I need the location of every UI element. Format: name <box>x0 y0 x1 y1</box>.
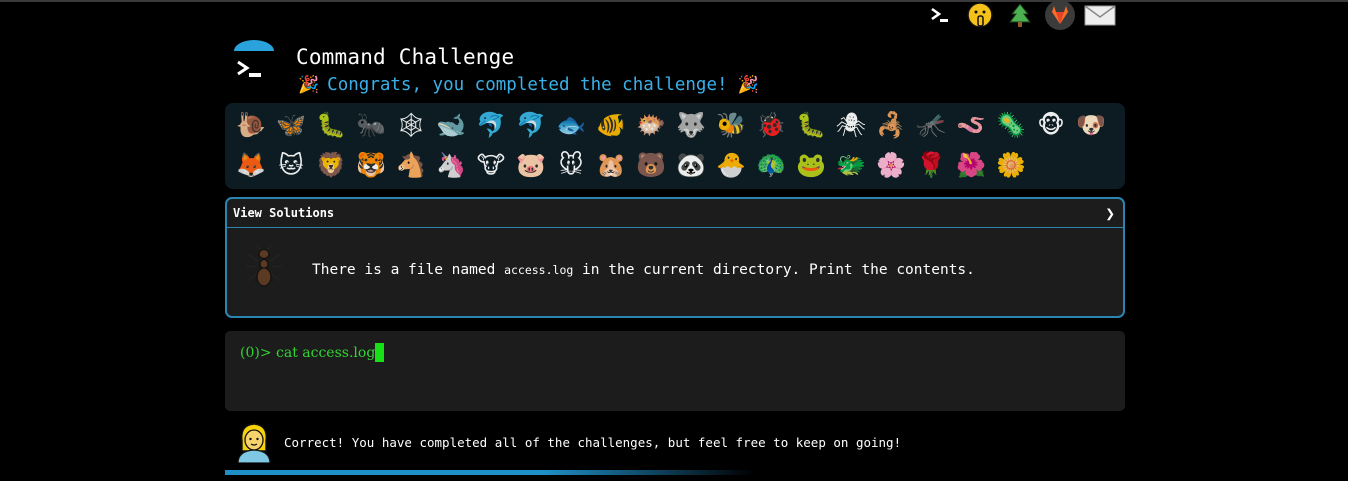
challenge-emoji-icon[interactable]: 🐝 <box>711 105 751 145</box>
congrats-text: Congrats, you completed the challenge! <box>327 75 728 95</box>
task-text-before: There is a file named <box>312 262 505 278</box>
challenge-emoji-icon[interactable]: 🐬 <box>511 105 551 145</box>
challenge-emoji-icon[interactable]: 🦁 <box>311 145 351 185</box>
challenge-emoji-icon[interactable]: 🌸 <box>871 145 911 185</box>
challenge-emoji-icon[interactable]: 🐶 <box>1071 105 1111 145</box>
challenge-emoji-icon[interactable]: 🪱 <box>951 105 991 145</box>
task-filename: access.log <box>504 263 574 277</box>
challenge-emoji-icon[interactable]: 🕷 <box>831 105 871 145</box>
challenge-progress-panel: 🐌 🦋 🐛 🐜 🕸 🐋 🐬 🐬 🐟 🐠 🐡 🐺 🐝 🐞 🐛 🕷 🦂 🦟 🪱 🦠 🐵 🐶 🦊 🐱 🦁 🐯 🐴 🦄 🐮 🐷 🐭 🐹 🐻 🐼 🐣 🦚 🐸 🐲 🌸 🌹… <box>225 103 1125 189</box>
challenge-emoji-icon[interactable]: 🐭 <box>551 145 591 185</box>
challenge-emoji-icon[interactable]: 🐟 <box>551 105 591 145</box>
christmas-tree-icon[interactable] <box>1004 0 1036 30</box>
challenge-emoji-icon[interactable]: 🐼 <box>671 145 711 185</box>
view-solutions-label: View Solutions <box>233 206 335 220</box>
challenge-body: There is a file named access.log in the … <box>227 228 1123 316</box>
terminal-prompt: (0)> <box>240 344 277 361</box>
challenge-emoji-icon[interactable]: 🐮 <box>471 145 511 185</box>
challenge-emoji-icon[interactable]: 🐷 <box>511 145 551 185</box>
challenge-emoji-icon[interactable]: 🐠 <box>591 105 631 145</box>
challenge-emoji-icon[interactable]: 🐌 <box>231 105 271 145</box>
challenge-emoji-icon[interactable]: 🦂 <box>871 105 911 145</box>
challenge-emoji-icon[interactable]: 🕸 <box>391 105 431 145</box>
terminal-input[interactable]: (0)> cat access.log <box>225 331 1125 411</box>
challenge-emoji-icon[interactable]: 🦄 <box>431 145 471 185</box>
challenge-emoji-icon[interactable]: 🐹 <box>591 145 631 185</box>
challenge-emoji-icon[interactable]: 🦋 <box>271 105 311 145</box>
challenge-emoji-icon[interactable]: 🐴 <box>391 145 431 185</box>
challenge-emoji-icon[interactable]: 🌺 <box>951 145 991 185</box>
progress-bar <box>225 470 755 475</box>
challenge-task: There is a file named access.log in the … <box>312 262 975 278</box>
top-border <box>0 0 1348 2</box>
challenge-emoji-icon[interactable]: 🐵 <box>1031 105 1071 145</box>
challenge-emoji-icon[interactable]: 🐸 <box>791 145 831 185</box>
challenge-emoji-icon[interactable]: 🦚 <box>751 145 791 185</box>
party-popper-icon: 🎉 <box>737 75 759 95</box>
challenge-emoji-icon[interactable]: 🦠 <box>991 105 1031 145</box>
top-nav <box>924 0 1124 32</box>
task-text-after: in the current directory. Print the cont… <box>573 262 975 278</box>
woman-avatar-icon <box>236 421 272 464</box>
challenge-emoji-icon[interactable]: 🐺 <box>671 105 711 145</box>
terminal-cursor <box>375 343 385 362</box>
challenge-box: View Solutions ❯ There is a file named a… <box>225 197 1125 318</box>
shushing-face-icon[interactable] <box>964 0 996 30</box>
challenge-emoji-icon[interactable]: 🐞 <box>751 105 791 145</box>
challenge-emoji-icon[interactable]: 🦟 <box>911 105 951 145</box>
view-solutions-toggle[interactable]: View Solutions ❯ <box>227 199 1123 228</box>
challenge-emoji-icon[interactable]: 🐜 <box>351 105 391 145</box>
challenge-emoji-icon[interactable]: 🌹 <box>911 145 951 185</box>
challenge-emoji-icon[interactable]: 🐛 <box>311 105 351 145</box>
mail-icon[interactable] <box>1084 0 1116 30</box>
challenge-emoji-icon[interactable]: 🐛 <box>791 105 831 145</box>
challenge-emoji-icon[interactable]: 🐋 <box>431 105 471 145</box>
gitlab-icon[interactable] <box>1044 0 1076 30</box>
status-text: Correct! You have completed all of the c… <box>284 434 902 450</box>
challenge-emoji-icon[interactable]: 🐱 <box>271 145 311 185</box>
challenge-emoji-icon[interactable]: 🐯 <box>351 145 391 185</box>
terminal-line: (0)> cat access.log <box>240 343 385 362</box>
terminal-icon[interactable] <box>924 0 956 30</box>
party-popper-icon: 🎉 <box>298 75 320 95</box>
terminal-command: cat access.log <box>276 344 376 361</box>
challenge-emoji-icon[interactable]: 🐬 <box>471 105 511 145</box>
challenge-emoji-icon[interactable]: 🐣 <box>711 145 751 185</box>
command-challenge-logo <box>232 40 276 84</box>
challenge-emoji-icon[interactable]: 🐻 <box>631 145 671 185</box>
challenge-emoji-icon[interactable]: 🐡 <box>631 105 671 145</box>
chevron-right-icon: ❯ <box>1105 203 1115 223</box>
challenge-emoji-grid: 🐌 🦋 🐛 🐜 🕸 🐋 🐬 🐬 🐟 🐠 🐡 🐺 🐝 🐞 🐛 🕷 🦂 🦟 🪱 🦠 🐵 🐶 🦊 🐱 🦁 🐯 🐴 🦄 🐮 🐷 🐭 🐹 🐻 🐼 🐣 🦚 🐸 🐲 🌸 🌹… <box>231 105 1121 185</box>
ant-icon <box>243 244 285 292</box>
congrats-message: 🎉 Congrats, you completed the challenge!… <box>298 75 759 95</box>
challenge-emoji-icon[interactable]: 🦊 <box>231 145 271 185</box>
status-message: Correct! You have completed all of the c… <box>236 420 901 464</box>
challenge-emoji-icon[interactable]: 🐲 <box>831 145 871 185</box>
page-title: Command Challenge <box>296 45 515 69</box>
challenge-emoji-icon[interactable]: 🌼 <box>991 145 1031 185</box>
